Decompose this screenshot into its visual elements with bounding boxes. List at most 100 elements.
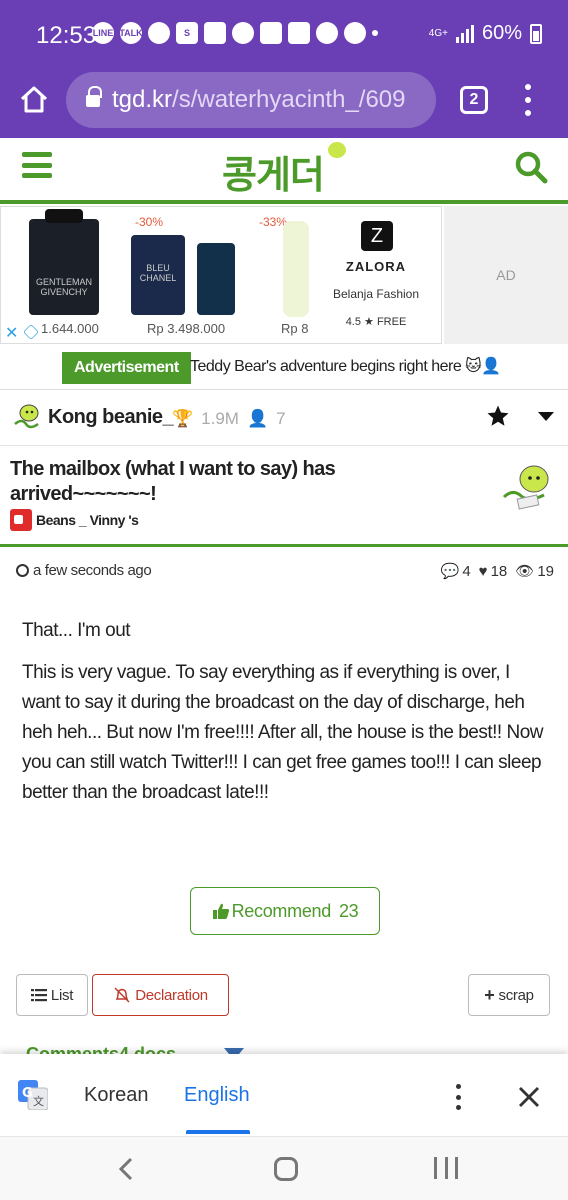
declaration-label: Declaration bbox=[135, 986, 208, 1004]
post-meta-row: a few seconds ago 💬 4 ♥ 18 👁 19 bbox=[0, 550, 568, 592]
ad-info-icon[interactable] bbox=[23, 324, 39, 340]
plus-icon: + bbox=[484, 984, 495, 1005]
comment-count: 💬 4 bbox=[440, 562, 471, 581]
zalora-subtitle: Belanja Fashion bbox=[332, 287, 420, 301]
url-host: tgd.kr bbox=[112, 86, 173, 113]
list-button[interactable]: List bbox=[16, 974, 88, 1016]
star-icon[interactable] bbox=[486, 404, 510, 428]
tab-switcher-button[interactable]: 2 bbox=[460, 86, 488, 114]
svg-text:文: 文 bbox=[33, 1094, 44, 1108]
figure-app-icon bbox=[316, 22, 338, 44]
author-row: Kong beanie_ 🏆 1.9M 👤 7 bbox=[0, 390, 568, 446]
post-time: a few seconds ago bbox=[16, 562, 152, 579]
zalora-logo-icon: Z bbox=[361, 221, 393, 251]
ad-close-icon[interactable]: ✕ bbox=[5, 323, 18, 343]
author-count: 7 bbox=[276, 409, 286, 428]
clock-icon bbox=[16, 564, 29, 577]
battery-percent: 60% bbox=[481, 22, 522, 44]
home-icon[interactable] bbox=[18, 84, 50, 116]
webtoon-app-icon bbox=[148, 22, 170, 44]
perfume-cap-image bbox=[45, 209, 83, 223]
recents-icon[interactable] bbox=[434, 1157, 458, 1181]
line-app-icon: LINE bbox=[92, 22, 114, 44]
post-title: The mailbox (what I want to say) has arr… bbox=[10, 458, 336, 505]
ad-price-1: 1.644.000 bbox=[41, 321, 99, 336]
list-label: List bbox=[50, 986, 74, 1004]
comment-count-value: 4 bbox=[462, 562, 471, 580]
box-label: BLEU CHANEL bbox=[139, 263, 177, 283]
google-translate-icon: G 文 bbox=[18, 1080, 48, 1110]
close-icon[interactable] bbox=[516, 1084, 542, 1110]
declaration-button[interactable]: Declaration bbox=[92, 974, 229, 1016]
more-notifications-dot bbox=[372, 30, 378, 36]
address-bar[interactable]: tgd.kr/s/waterhyacinth_/609 bbox=[66, 72, 436, 128]
search-icon[interactable] bbox=[514, 150, 548, 184]
status-bar: 12:53 LINE TALK S 4G+ 60% bbox=[0, 0, 568, 70]
scrap-label: scrap bbox=[498, 986, 534, 1004]
zalora-rating: 4.5 ★ FREE bbox=[345, 316, 407, 328]
view-count-value: 19 bbox=[537, 562, 554, 580]
author-avatar[interactable] bbox=[12, 402, 42, 432]
bottle-label: GENTLEMAN GIVENCHY bbox=[35, 277, 92, 297]
network-type: 4G+ bbox=[428, 27, 448, 39]
author-stats: 🏆 1.9M 👤 7 bbox=[172, 409, 286, 429]
perfume-bottle2-image bbox=[197, 243, 235, 315]
translate-menu-icon[interactable] bbox=[454, 1084, 462, 1110]
image-app-icon bbox=[288, 22, 310, 44]
talk-app-icon: TALK bbox=[119, 22, 143, 44]
bot-app-icon bbox=[204, 22, 226, 44]
dropdown-caret-icon[interactable] bbox=[538, 412, 554, 421]
author-points: 1.9M bbox=[201, 409, 239, 428]
post-actions: List Declaration + scrap bbox=[0, 972, 568, 1022]
recommend-button[interactable]: Recommend 23 bbox=[190, 887, 380, 935]
site-header: 콩게더 bbox=[0, 138, 568, 204]
bell-slash-icon bbox=[114, 987, 130, 1003]
eye-icon: 👁 bbox=[515, 563, 535, 580]
browser-toolbar: tgd.kr/s/waterhyacinth_/609 2 bbox=[0, 70, 568, 138]
user-icon: 👤 bbox=[246, 409, 269, 428]
site-logo[interactable]: 콩게더 bbox=[222, 144, 325, 199]
video-camera-icon bbox=[10, 509, 32, 531]
ad-tag: AD bbox=[444, 206, 568, 344]
status-right: 4G+ 60% bbox=[429, 22, 542, 45]
heart-app-icon bbox=[232, 22, 254, 44]
discount-badge-1: -30% bbox=[135, 215, 164, 229]
svg-text:G: G bbox=[22, 1086, 33, 1101]
list-icon bbox=[30, 989, 47, 1002]
advertisement-label: Advertisement bbox=[62, 352, 191, 384]
view-count: 👁 19 bbox=[515, 562, 554, 581]
ad-area: GENTLEMAN GIVENCHY -30% -33% BLEU CHANEL… bbox=[0, 206, 568, 344]
post-body: That... I'm out This is very vague. To s… bbox=[0, 594, 568, 960]
comment-icon: 💬 bbox=[440, 563, 460, 580]
author-name[interactable]: Kong beanie_ bbox=[48, 406, 174, 429]
home-nav-icon[interactable] bbox=[274, 1157, 298, 1181]
like-count-value: 18 bbox=[490, 562, 508, 580]
zalora-name: ZALORA bbox=[345, 259, 407, 274]
source-language-tab[interactable]: Korean bbox=[84, 1084, 149, 1107]
post-counts: 💬 4 ♥ 18 👁 19 bbox=[440, 562, 554, 581]
advertisement-banner[interactable]: Advertisement Teddy Bear's adventure beg… bbox=[0, 346, 568, 390]
browser-menu-icon[interactable] bbox=[518, 84, 538, 116]
zalora-panel[interactable]: Z ZALORA Belanja Fashion 4.5 ★ FREE bbox=[309, 207, 441, 343]
advertisement-text: Teddy Bear's adventure begins right here… bbox=[190, 358, 501, 375]
channel-name: Beans _ Vinny 's bbox=[36, 512, 139, 528]
red-app-icon bbox=[260, 22, 282, 44]
scrap-button[interactable]: + scrap bbox=[468, 974, 550, 1016]
recommend-count: 23 bbox=[338, 900, 359, 921]
target-language-tab[interactable]: English bbox=[184, 1084, 250, 1107]
hamburger-menu-icon[interactable] bbox=[22, 152, 52, 178]
post-time-text: a few seconds ago bbox=[33, 562, 152, 579]
recommend-label: Recommend bbox=[231, 900, 332, 921]
post-header: The mailbox (what I want to say) has arr… bbox=[0, 447, 568, 547]
active-tab-indicator bbox=[186, 1130, 250, 1134]
thumbs-up-icon bbox=[212, 903, 229, 919]
back-icon[interactable] bbox=[116, 1155, 136, 1183]
channel-link[interactable]: Beans _ Vinny 's bbox=[10, 509, 139, 531]
url-path: /s/waterhyacinth_/609 bbox=[172, 86, 406, 113]
trophy-icon: 🏆 bbox=[172, 409, 194, 428]
notification-icons: LINE TALK S bbox=[92, 22, 378, 44]
shop-app-icon: S bbox=[176, 22, 198, 44]
battery-icon bbox=[530, 23, 542, 44]
like-count: ♥ 18 bbox=[479, 563, 508, 580]
ad-banner[interactable]: GENTLEMAN GIVENCHY -30% -33% BLEU CHANEL… bbox=[0, 206, 442, 344]
